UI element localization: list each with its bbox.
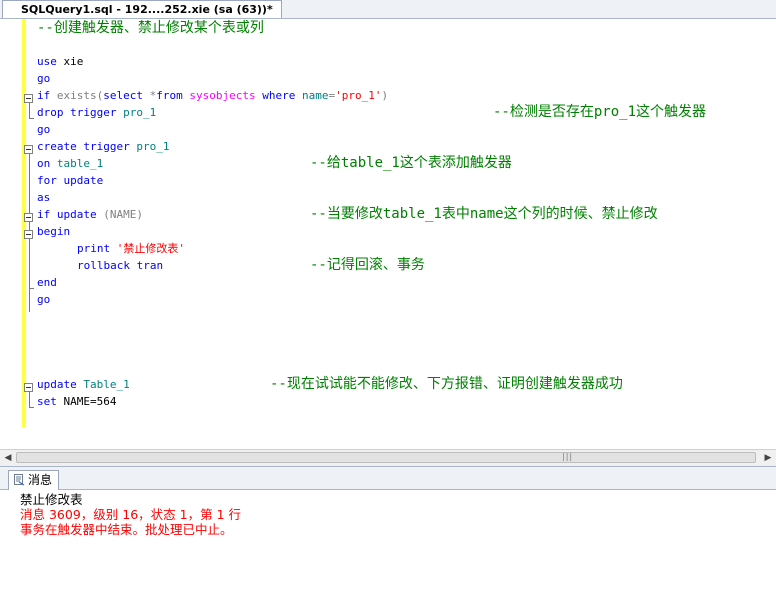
header-comment: --创建触发器、禁止修改某个表或列 bbox=[37, 20, 264, 36]
code-line-set: set NAME=564 bbox=[37, 395, 117, 408]
comment-if-update: --当要修改table_1表中name这个列的时候、禁止修改 bbox=[310, 206, 658, 222]
change-indicator-bar bbox=[22, 19, 26, 427]
fold-guide-line bbox=[29, 390, 30, 407]
tab-messages[interactable]: 消息 bbox=[8, 470, 60, 490]
messages-icon bbox=[14, 474, 25, 486]
scroll-left-arrow-icon[interactable]: ◀ bbox=[0, 450, 16, 466]
horizontal-scrollbar[interactable]: ◀ ||| ▶ bbox=[0, 449, 776, 466]
code-line-rollback: rollback tran bbox=[77, 259, 164, 272]
message-line-error: 事务在触发器中结束。批处理已中止。 bbox=[20, 522, 233, 537]
scrollbar-thumb[interactable] bbox=[16, 452, 756, 463]
document-tab-strip: SQLQuery1.sql - 192....252.xie (sa (63))… bbox=[0, 0, 776, 19]
results-tab-strip: 消息 bbox=[0, 467, 776, 490]
comment-drop: --检测是否存在pro_1这个触发器 bbox=[493, 104, 707, 120]
code-line-print: print '禁止修改表' bbox=[77, 242, 185, 255]
comment-on: --给table_1这个表添加触发器 bbox=[310, 155, 512, 171]
comment-rollback: --记得回滚、事务 bbox=[310, 257, 425, 273]
code-line-begin: begin bbox=[37, 225, 71, 238]
code-line-on-table: on table_1 bbox=[37, 157, 104, 170]
fold-end-marker bbox=[29, 288, 34, 289]
code-line-go: go bbox=[37, 123, 51, 136]
sql-editor[interactable]: --创建触发器、禁止修改某个表或列 use xie go if exists(s… bbox=[0, 19, 776, 449]
code-line-go: go bbox=[37, 72, 51, 85]
scroll-right-arrow-icon[interactable]: ▶ bbox=[760, 450, 776, 466]
code-line-update: update Table_1 bbox=[37, 378, 130, 391]
fold-guide-line bbox=[29, 101, 30, 118]
fold-end-marker bbox=[29, 407, 34, 408]
scrollbar-grip-icon: ||| bbox=[562, 452, 574, 461]
fold-toggle-icon[interactable] bbox=[24, 383, 33, 392]
code-line-use: use xie bbox=[37, 55, 84, 68]
code-line-if-exists: if exists(select *from sysobjects where … bbox=[37, 89, 389, 102]
code-line-go: go bbox=[37, 293, 51, 306]
fold-end-marker bbox=[29, 118, 34, 119]
message-line-error: 消息 3609，级别 16，状态 1，第 1 行 bbox=[20, 507, 241, 522]
code-line-create-trigger: create trigger pro_1 bbox=[37, 140, 170, 153]
fold-toggle-icon[interactable] bbox=[24, 94, 33, 103]
code-line-for-update: for update bbox=[37, 174, 104, 187]
comment-update: --现在试试能不能修改、下方报错、证明创建触发器成功 bbox=[270, 376, 623, 392]
message-line: 禁止修改表 bbox=[20, 492, 83, 507]
code-line-drop-trigger: drop trigger pro_1 bbox=[37, 106, 157, 119]
fold-toggle-icon[interactable] bbox=[24, 145, 33, 154]
fold-toggle-icon[interactable] bbox=[24, 213, 33, 222]
code-line-if-update: if update (NAME) bbox=[37, 208, 143, 221]
results-pane: 消息 禁止修改表 消息 3609，级别 16，状态 1，第 1 行 事务在触发器… bbox=[0, 466, 776, 595]
document-tab[interactable]: SQLQuery1.sql - 192....252.xie (sa (63))… bbox=[2, 0, 282, 18]
code-line-as: as bbox=[37, 191, 51, 204]
fold-toggle-icon[interactable] bbox=[24, 230, 33, 239]
code-line-end: end bbox=[37, 276, 57, 289]
tab-messages-label: 消息 bbox=[28, 473, 53, 487]
